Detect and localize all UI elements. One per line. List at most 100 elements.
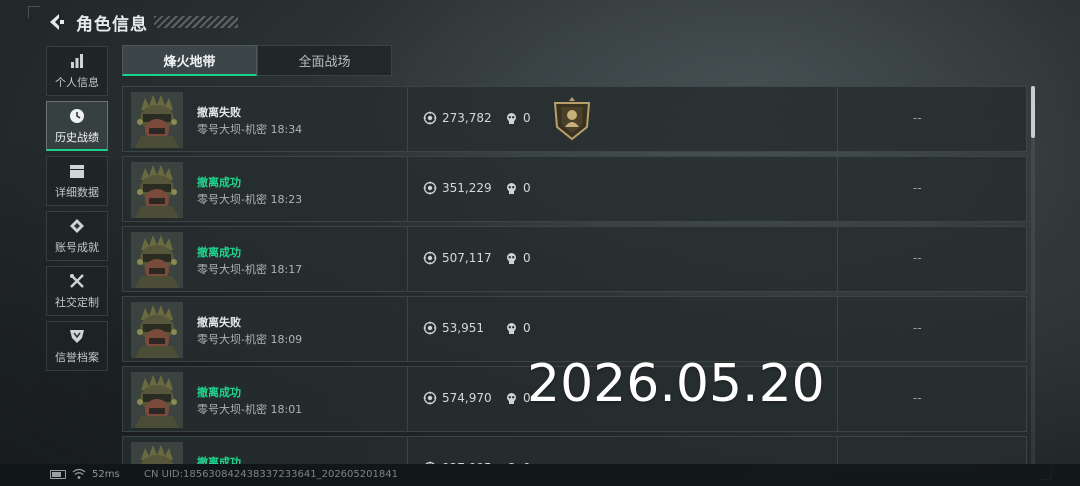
value-icon (423, 111, 437, 125)
column-divider (837, 367, 838, 431)
map-and-time: 零号大坝-机密 18:23 (197, 191, 302, 207)
loot-value-text: 507,117 (442, 251, 492, 265)
tools-icon (68, 272, 86, 290)
extra-info: -- (913, 391, 922, 405)
extra-info: -- (913, 111, 922, 125)
operator-avatar (131, 442, 183, 464)
map-and-time: 零号大坝-机密 18:17 (197, 261, 302, 277)
loot-value-text: 574,970 (442, 391, 492, 405)
extra-info: -- (913, 181, 922, 195)
match-record-row[interactable]: 撤离成功 零号大坝-机密 927,995 0 (122, 436, 1027, 464)
map-name: 零号大坝-机密 (197, 123, 267, 136)
scrollbar[interactable] (1031, 86, 1035, 464)
match-time: 18:23 (270, 193, 303, 206)
kill-count-text: 0 (523, 111, 531, 125)
match-record-row[interactable]: 撤离成功 零号大坝-机密 18:23 351,229 0 -- (122, 156, 1027, 222)
clock-icon (68, 107, 86, 125)
extraction-status: 撤离失败 (197, 316, 241, 329)
sidebar-item-label: 社交定制 (55, 296, 99, 309)
column-divider (837, 437, 838, 464)
match-time: 18:17 (270, 263, 303, 276)
value-icon (423, 251, 437, 265)
map-name: 零号大坝-机密 (197, 333, 267, 346)
map-and-time: 零号大坝-机密 18:01 (197, 401, 302, 417)
tab-full-battlefield[interactable]: 全面战场 (257, 45, 392, 76)
column-divider (837, 157, 838, 221)
kill-count-text: 0 (523, 251, 531, 265)
loot-value: 351,229 (423, 181, 492, 195)
loot-value: 273,782 (423, 111, 492, 125)
loot-value: 53,951 (423, 321, 484, 335)
page-title: 角色信息 (76, 14, 148, 35)
map-and-time: 零号大坝-机密 18:09 (197, 331, 302, 347)
kill-count: 0 (505, 111, 531, 125)
sidebar-item-label: 个人信息 (55, 76, 99, 89)
title-decoration (154, 16, 238, 28)
sidebar-item-label: 账号成就 (55, 241, 99, 254)
extraction-status: 撤离失败 (197, 106, 241, 119)
skull-icon (507, 392, 516, 404)
sidebar-item-label: 历史战绩 (55, 130, 99, 144)
kill-count: 0 (505, 321, 531, 335)
kill-count-text: 0 (523, 321, 531, 335)
sidebar-item-match-history[interactable]: 历史战绩 (46, 101, 108, 151)
sidebar-item-social-custom[interactable]: 社交定制 (46, 266, 108, 316)
tab-hazard-zone[interactable]: 烽火地带 (122, 45, 257, 76)
match-record-row[interactable]: 撤离失败 零号大坝-机密 18:34 273,782 0 -- (122, 86, 1027, 152)
back-arrow-icon (50, 14, 64, 30)
match-record-row[interactable]: 撤离失败 零号大坝-机密 18:09 53,951 0 -- (122, 296, 1027, 362)
match-time: 18:34 (270, 123, 303, 136)
column-divider (407, 437, 408, 464)
value-icon (423, 181, 437, 195)
value-icon (423, 391, 437, 405)
column-divider (407, 227, 408, 291)
operator-avatar (131, 92, 183, 148)
map-name: 零号大坝-机密 (197, 263, 267, 276)
operator-avatar (131, 372, 183, 428)
status-footer: 52ms CN UID:18563084243833723364​1_20260… (0, 464, 1080, 486)
extraction-status: 撤离成功 (197, 456, 241, 464)
shield-icon (68, 327, 86, 345)
skull-icon (507, 322, 516, 334)
sidebar: 个人信息 历史战绩 详细数据 账号成就 社交定制 信誉档案 (46, 46, 108, 376)
bar-chart-icon (68, 52, 86, 70)
match-time: 18:09 (270, 333, 303, 346)
column-divider (837, 227, 838, 291)
value-icon (423, 321, 437, 335)
page-header: 角色信息 (46, 8, 238, 36)
loot-value-text: 351,229 (442, 181, 492, 195)
column-divider (407, 297, 408, 361)
extra-info: -- (913, 321, 922, 335)
medal-icon (68, 217, 86, 235)
sidebar-item-detailed-data[interactable]: 详细数据 (46, 156, 108, 206)
date-watermark: 2026.05.20 (527, 354, 825, 414)
loot-value: 507,117 (423, 251, 492, 265)
column-divider (407, 87, 408, 151)
kill-count-text: 0 (523, 181, 531, 195)
skull-icon (507, 112, 516, 124)
skull-icon (507, 182, 516, 194)
sidebar-item-personal-info[interactable]: 个人信息 (46, 46, 108, 96)
back-button[interactable] (46, 10, 66, 34)
match-time: 18:01 (270, 403, 303, 416)
scroll-thumb[interactable] (1031, 86, 1035, 138)
skull-icon (507, 252, 516, 264)
corner-bracket (28, 6, 40, 18)
battery-icon (50, 470, 66, 479)
kill-count: 0 (505, 251, 531, 265)
extra-info: -- (913, 251, 922, 265)
extraction-status: 撤离成功 (197, 246, 241, 259)
map-name: 零号大坝-机密 (197, 193, 267, 206)
sidebar-item-achievements[interactable]: 账号成就 (46, 211, 108, 261)
folder-icon (68, 162, 86, 180)
extraction-status: 撤离成功 (197, 386, 241, 399)
sidebar-item-credit-record[interactable]: 信誉档案 (46, 321, 108, 371)
column-divider (837, 87, 838, 151)
match-record-row[interactable]: 撤离成功 零号大坝-机密 18:17 507,117 0 -- (122, 226, 1027, 292)
column-divider (837, 297, 838, 361)
map-name: 零号大坝-机密 (197, 403, 267, 416)
uid-text: CN UID:18563084243833723364​1_2026052018… (144, 469, 398, 480)
loot-value-text: 273,782 (442, 111, 492, 125)
wifi-icon (72, 468, 86, 479)
loot-value: 574,970 (423, 391, 492, 405)
